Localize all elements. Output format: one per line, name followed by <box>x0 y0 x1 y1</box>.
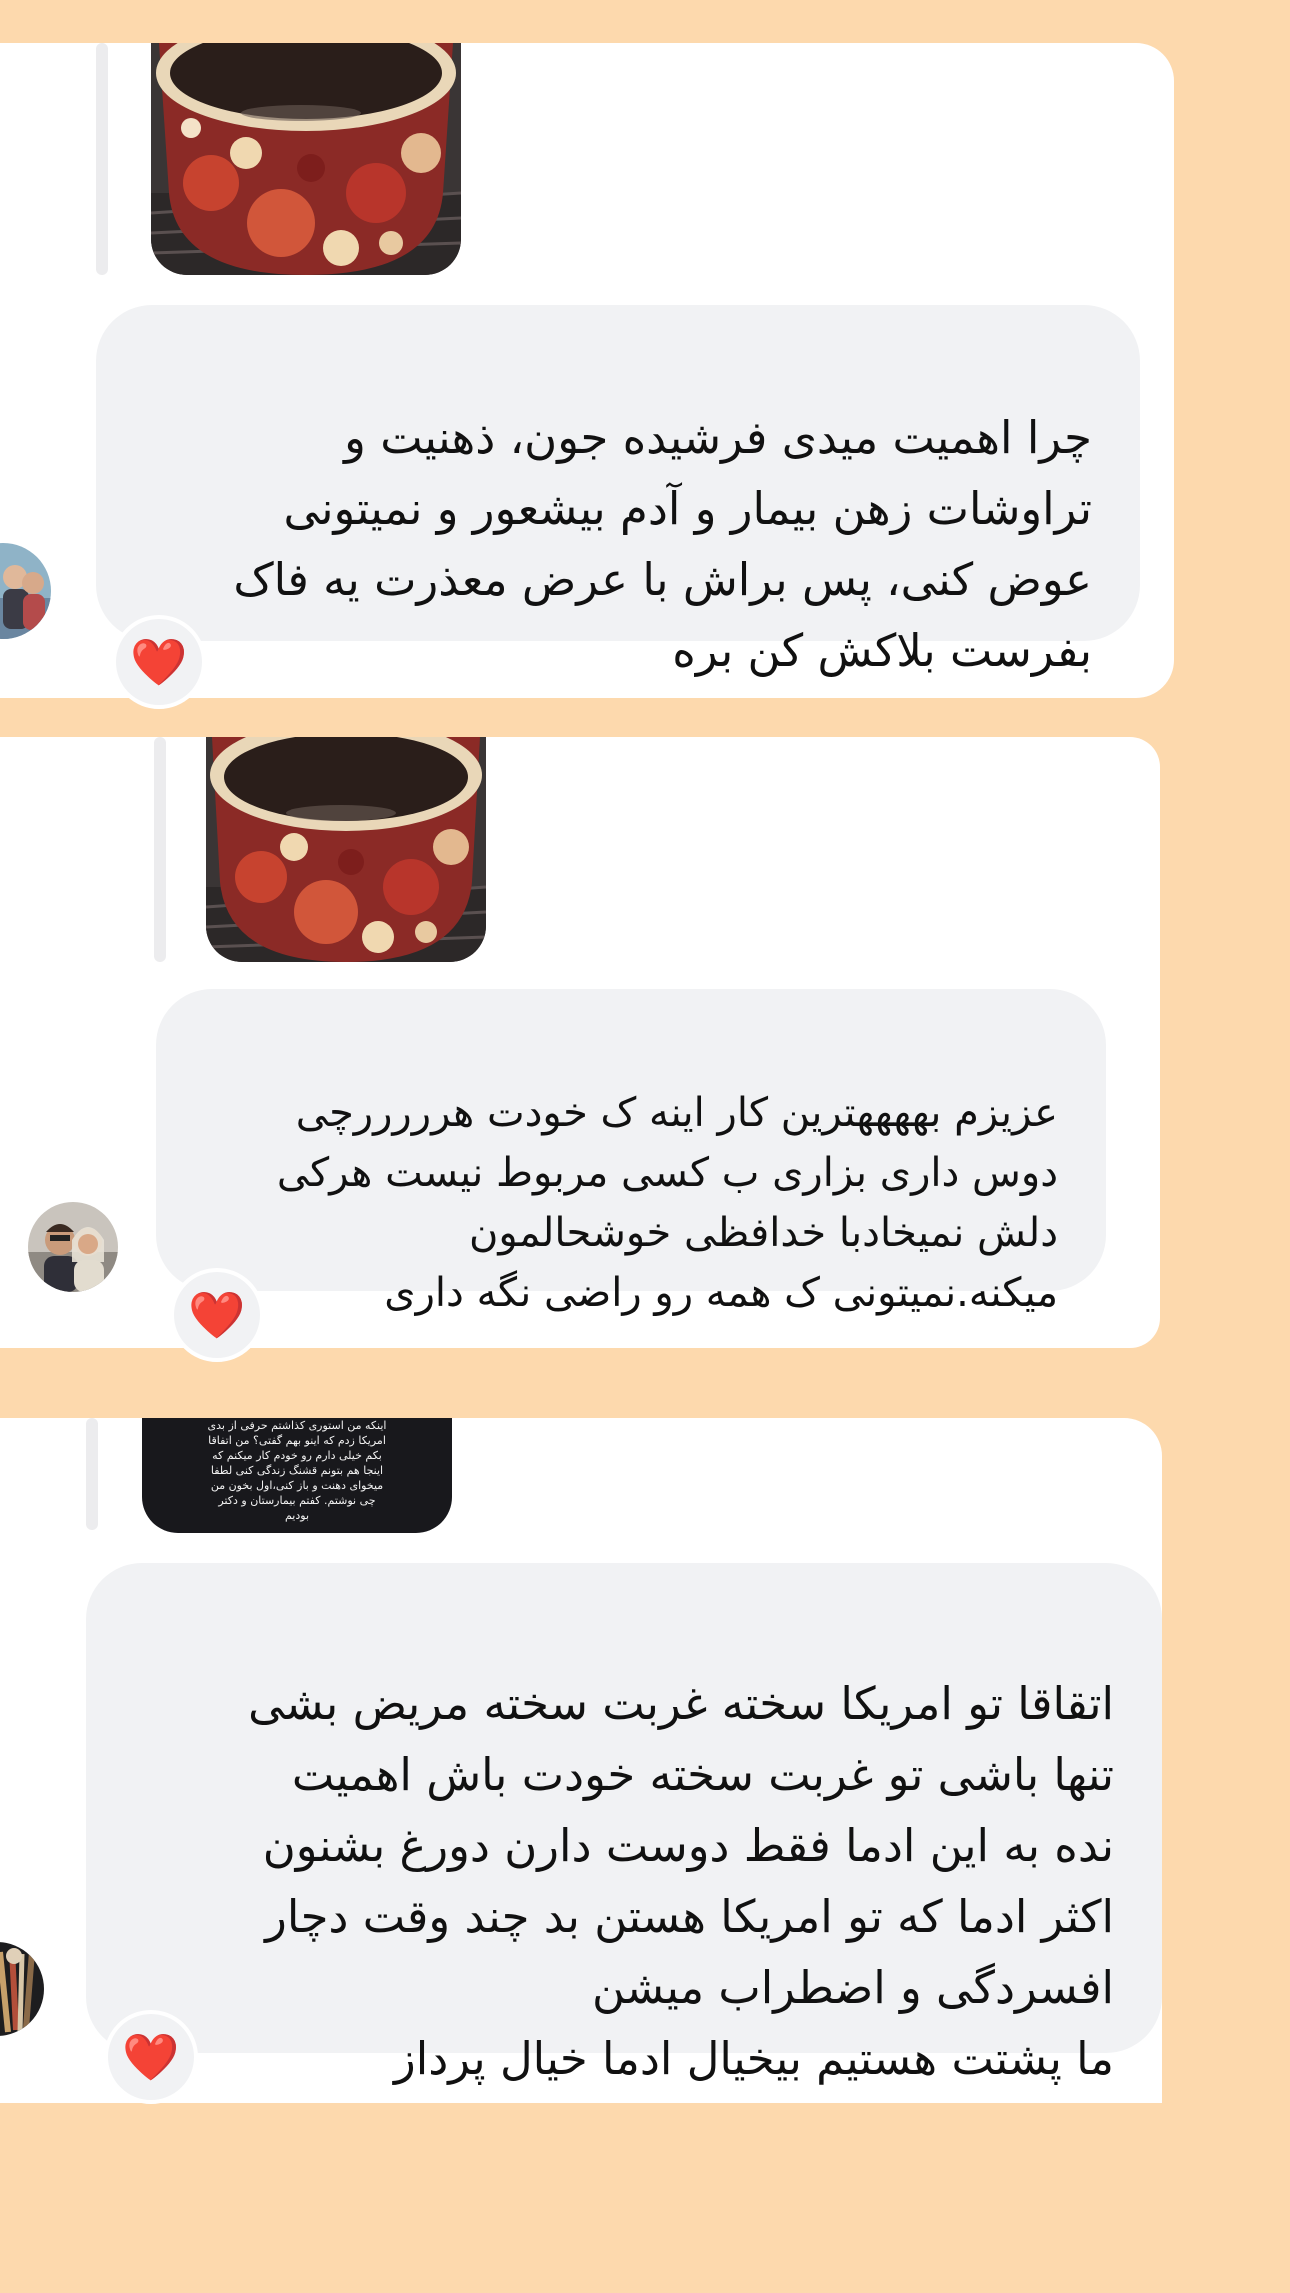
reply-indicator-bar <box>154 737 166 962</box>
message-card: چرا اهمیت میدی فرشیده جون، ذهنیت و تراوش… <box>0 43 1174 709</box>
message-text: چرا اهمیت میدی فرشیده جون، ذهنیت و تراوش… <box>233 411 1092 677</box>
sender-avatar[interactable] <box>28 1202 118 1292</box>
story-text: اینکه من استوری کذاشتم حرفی از بدی امریک… <box>207 1419 387 1522</box>
avatar-image <box>28 1202 118 1292</box>
heart-reaction-icon: ❤️ <box>188 1288 246 1342</box>
message-card: اینکه من استوری کذاشتم حرفی از بدی امریک… <box>0 1418 1162 2104</box>
reply-indicator-bar <box>96 43 108 275</box>
replied-story-thumbnail[interactable] <box>206 737 486 962</box>
teacup-image <box>151 43 461 275</box>
replied-story-thumbnail[interactable]: اینکه من استوری کذاشتم حرفی از بدی امریک… <box>142 1418 452 1533</box>
message-bubble[interactable]: اتقاقا تو امریکا سخته غربت سخته مریض بشی… <box>86 1563 1162 2085</box>
teacup-image <box>206 737 486 962</box>
message-text: عزیزم بههههترین کار اینه ک خودت هرررررچی… <box>276 1090 1058 1316</box>
heart-reaction-icon: ❤️ <box>122 2030 180 2084</box>
reaction-badge[interactable]: ❤️ <box>170 1268 264 1362</box>
message-text: اتقاقا تو امریکا سخته غربت سخته مریض بشی… <box>248 1677 1114 2085</box>
reply-indicator-bar <box>86 1418 98 1530</box>
reaction-badge[interactable]: ❤️ <box>112 615 206 709</box>
message-card: عزیزم بههههترین کار اینه ک خودت هرررررچی… <box>0 737 1160 1362</box>
replied-story-thumbnail[interactable] <box>151 43 461 275</box>
reaction-badge[interactable]: ❤️ <box>104 2010 198 2104</box>
message-bubble[interactable]: عزیزم بههههترین کار اینه ک خودت هرررررچی… <box>156 989 1106 1316</box>
heart-reaction-icon: ❤️ <box>130 635 188 689</box>
message-bubble[interactable]: چرا اهمیت میدی فرشیده جون، ذهنیت و تراوش… <box>96 305 1140 677</box>
